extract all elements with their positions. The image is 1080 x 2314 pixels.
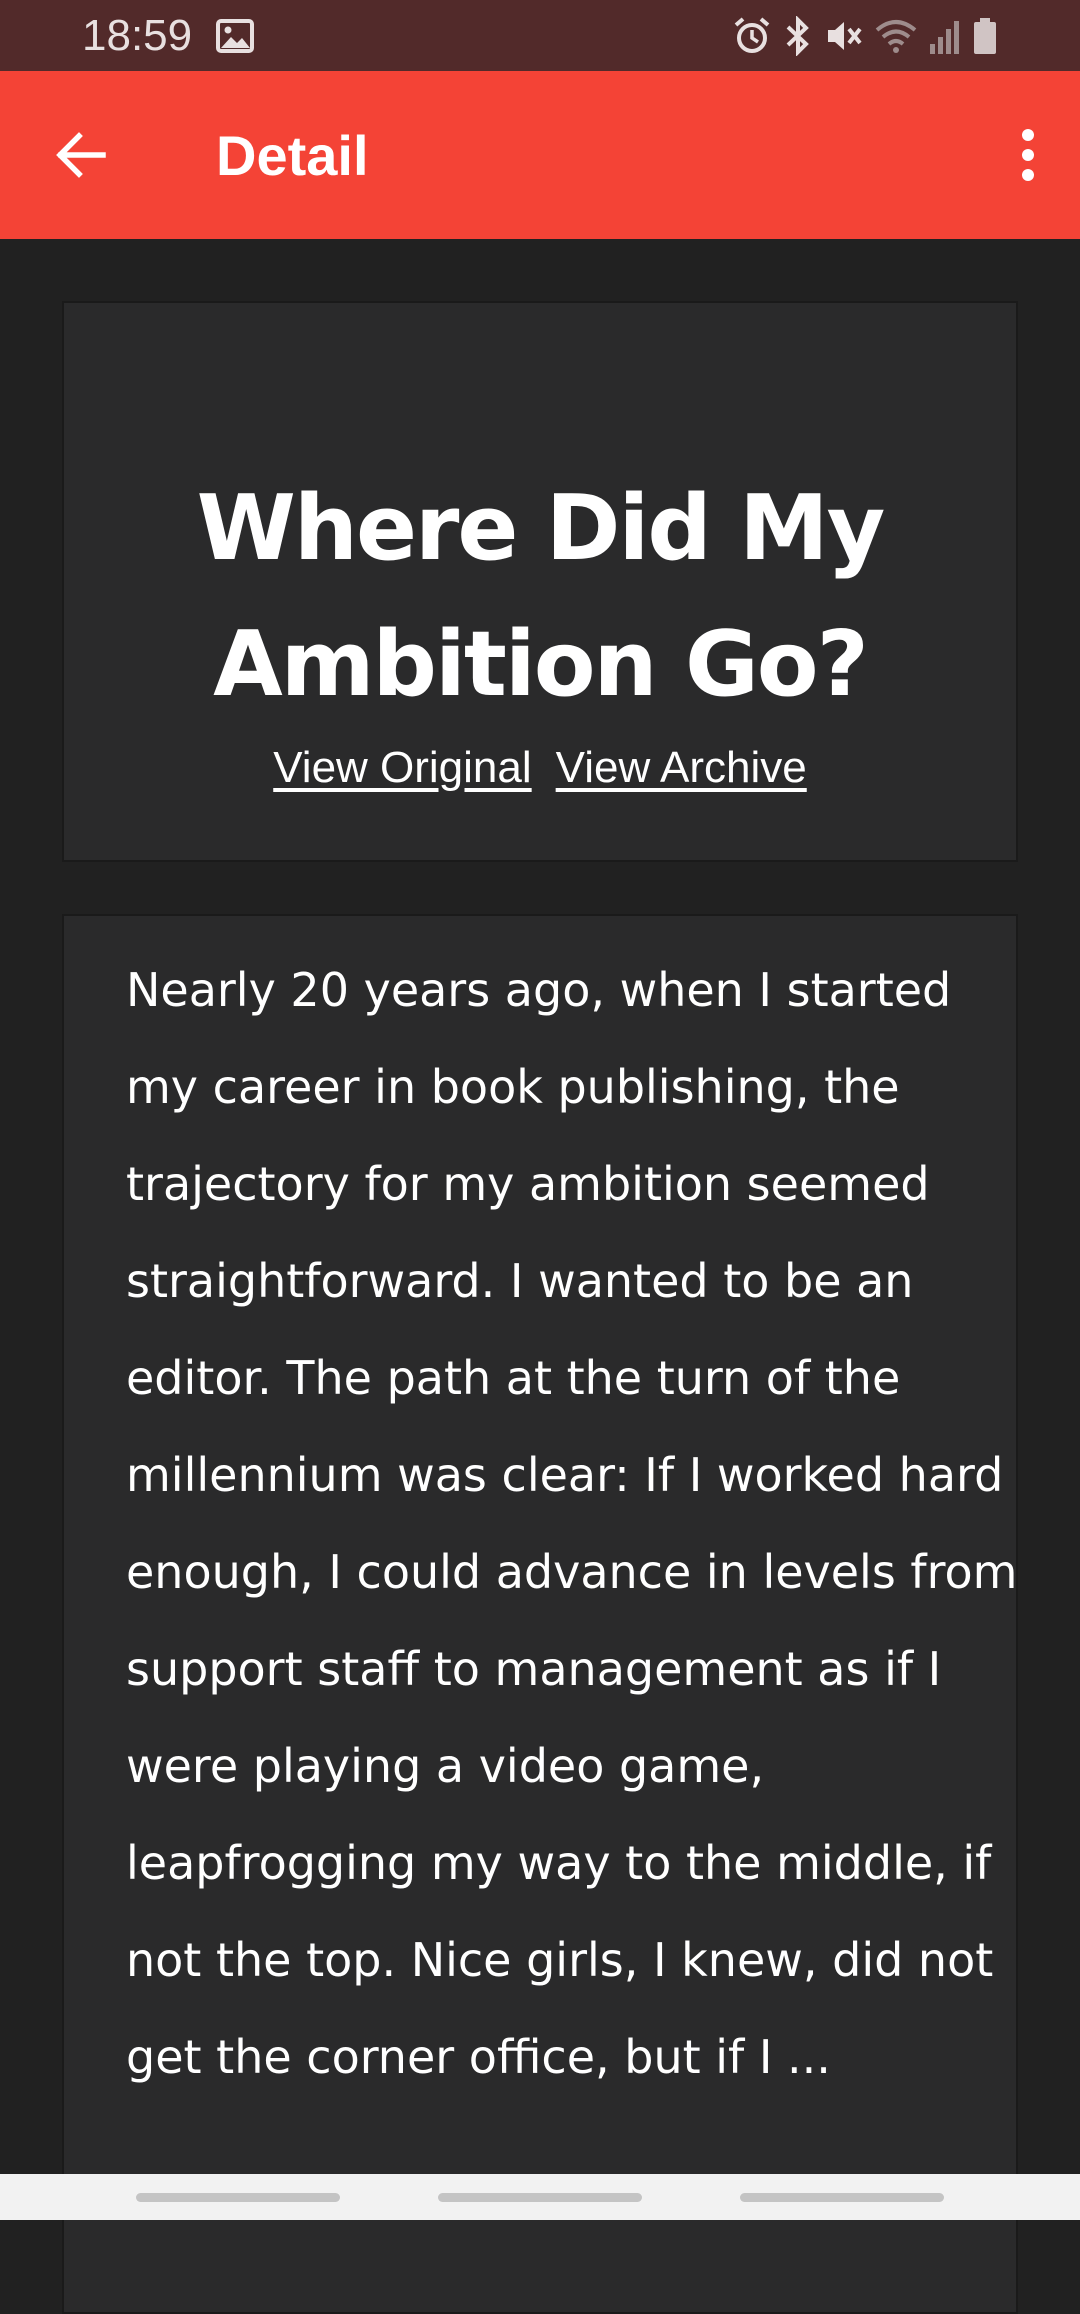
back-nav-button[interactable] — [740, 2193, 944, 2202]
arrow-left-icon — [56, 132, 106, 178]
navigation-bar — [0, 2174, 1080, 2220]
recents-button[interactable] — [136, 2193, 340, 2202]
title-card: Where Did My Ambition Go? View Original … — [62, 301, 1018, 862]
app-bar: Detail — [0, 71, 1080, 239]
status-icons — [732, 15, 998, 56]
bluetooth-icon — [782, 15, 814, 56]
status-bar: 18:59 — [0, 0, 1080, 71]
view-archive-link[interactable]: View Archive — [556, 743, 807, 793]
article-body: Nearly 20 years ago, when I started my c… — [126, 963, 1018, 2084]
more-vert-icon — [1022, 129, 1034, 181]
alarm-icon — [732, 16, 772, 56]
article-title: Where Did My Ambition Go? — [196, 476, 886, 717]
image-icon — [216, 18, 255, 53]
signal-icon — [928, 16, 962, 56]
page-title: Detail — [216, 123, 369, 187]
mute-icon — [824, 16, 864, 56]
status-time: 18:59 — [82, 10, 193, 60]
view-original-link[interactable]: View Original — [273, 743, 531, 793]
battery-icon — [972, 16, 998, 56]
wifi-icon — [874, 16, 918, 56]
back-button[interactable] — [48, 122, 114, 188]
article-links: View Original View Archive — [64, 743, 1016, 793]
more-options-button[interactable] — [998, 115, 1058, 195]
article-body-card: Nearly 20 years ago, when I started my c… — [62, 914, 1018, 2314]
home-button[interactable] — [438, 2193, 642, 2202]
